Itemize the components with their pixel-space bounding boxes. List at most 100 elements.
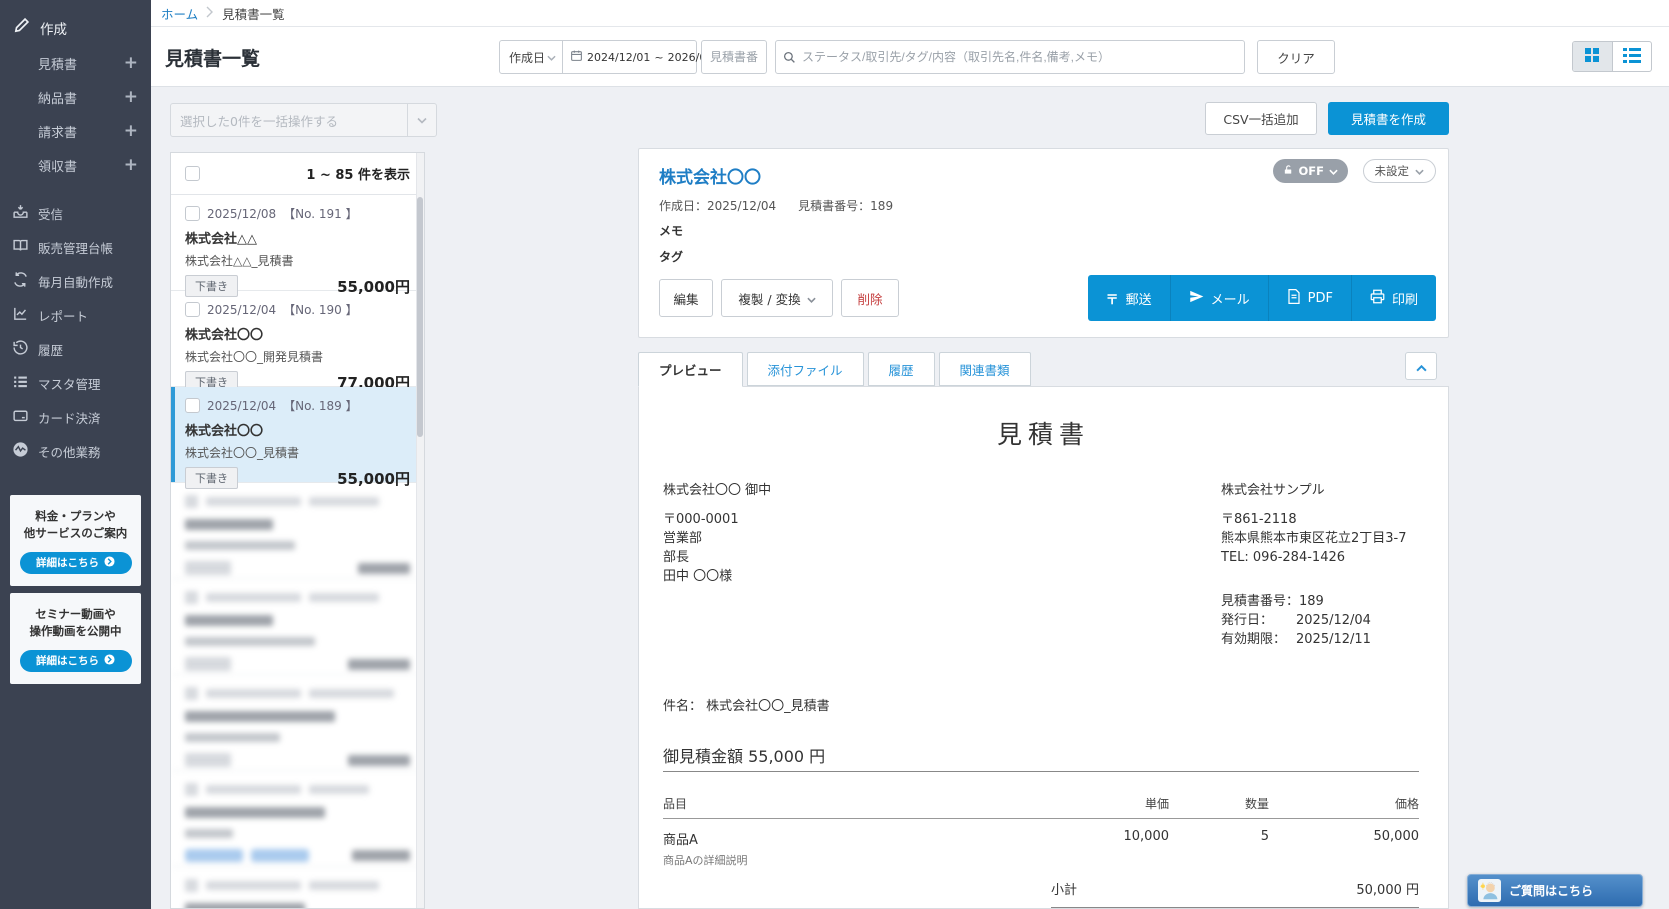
- sidebar-item-delivery[interactable]: 納品書 +: [0, 80, 151, 114]
- email-button[interactable]: メール: [1170, 275, 1268, 321]
- inbox-icon: [12, 203, 29, 223]
- date-type-value: 作成日: [509, 49, 545, 66]
- sidebar-item-monthly-auto[interactable]: 毎月自動作成: [0, 264, 151, 298]
- tab-related-docs[interactable]: 関連書類: [939, 352, 1031, 386]
- edit-button[interactable]: 編集: [659, 279, 713, 317]
- issue-date-value: 2025/12/04: [1296, 611, 1371, 630]
- sidebar-item-card-payment[interactable]: カード決済: [0, 400, 151, 434]
- pencil-icon: [13, 17, 30, 38]
- preview-tabs: プレビュー 添付ファイル 履歴 関連書類: [638, 352, 1031, 387]
- credit-card-icon: [12, 407, 29, 427]
- quote-number-input[interactable]: [701, 40, 767, 74]
- grid-view-icon: [1584, 47, 1600, 67]
- list-header: 1 ~ 85 件を表示: [171, 153, 424, 195]
- help-chat-button[interactable]: ご質問はこちら: [1467, 874, 1643, 907]
- sidebar-item-inbox[interactable]: 受信: [0, 196, 151, 230]
- sidebar-other-label: その他業務: [38, 442, 101, 461]
- col-header-unit-price: 単価: [1059, 795, 1169, 812]
- date-type-select[interactable]: 作成日: [499, 40, 563, 74]
- collapse-preview-button[interactable]: [1405, 352, 1437, 380]
- row-checkbox[interactable]: [185, 206, 200, 221]
- sidebar-item-invoice[interactable]: 請求書 +: [0, 114, 151, 148]
- bulk-action-select[interactable]: 選択した0件を一括操作する: [170, 103, 437, 137]
- sidebar-monthly-auto-label: 毎月自動作成: [38, 272, 113, 291]
- plus-icon[interactable]: +: [124, 121, 138, 141]
- promo-plans-line1: 料金・プランや: [16, 508, 135, 525]
- printer-icon: [1370, 289, 1385, 308]
- amount-underline: [663, 771, 1419, 772]
- sidebar-create-label: 作成: [40, 18, 67, 38]
- select-all-checkbox[interactable]: [185, 166, 200, 181]
- row-checkbox[interactable]: [185, 302, 200, 317]
- breadcrumb-home-link[interactable]: ホーム: [161, 4, 198, 23]
- delete-button[interactable]: 削除: [841, 279, 899, 317]
- detail-company-link[interactable]: 株式会社〇〇: [659, 163, 761, 188]
- list-item-selected[interactable]: 2025/12/04 【No. 189 】 株式会社〇〇 株式会社〇〇_見積書 …: [171, 387, 424, 483]
- unlock-icon: [1283, 164, 1294, 179]
- sidebar-item-history[interactable]: 履歴: [0, 332, 151, 366]
- list-item-blurred[interactable]: [171, 579, 424, 675]
- lock-toggle[interactable]: OFF: [1273, 159, 1349, 183]
- tab-preview[interactable]: プレビュー: [638, 352, 743, 387]
- recipient-title: 部長: [663, 548, 771, 567]
- date-range-picker[interactable]: 2024/12/01 ~ 2026/01/31: [563, 40, 697, 74]
- print-button[interactable]: 印刷: [1351, 275, 1436, 321]
- list-item[interactable]: 2025/12/08 【No. 191 】 株式会社△△ 株式会社△△_見積書 …: [171, 195, 424, 291]
- subtotal-value: 50,000 円: [1356, 879, 1419, 898]
- grid-view-button[interactable]: [1573, 42, 1612, 71]
- duplicate-convert-button[interactable]: 複製 / 変換: [721, 279, 833, 317]
- detail-quote-number: 見積書番号：189: [798, 197, 893, 214]
- breadcrumb: ホーム 見積書一覧: [151, 0, 1669, 27]
- sidebar-item-receipt[interactable]: 領収書 +: [0, 148, 151, 182]
- search-input[interactable]: [775, 40, 1245, 74]
- col-header-price: 価格: [1269, 795, 1419, 812]
- sidebar-item-create[interactable]: 作成: [0, 0, 151, 38]
- list-scrollbar[interactable]: [416, 153, 424, 908]
- csv-bulk-add-button[interactable]: CSV一括追加: [1205, 102, 1317, 135]
- plus-icon[interactable]: +: [124, 87, 138, 107]
- list-item-blurred[interactable]: [171, 867, 424, 909]
- row-checkbox[interactable]: [185, 398, 200, 413]
- plus-icon[interactable]: +: [124, 53, 138, 73]
- chevron-down-icon: [1329, 164, 1338, 178]
- tab-history[interactable]: 履歴: [868, 352, 935, 386]
- arrow-circle-icon: [104, 654, 115, 668]
- line-item-quantity: 5: [1169, 829, 1269, 868]
- status-select[interactable]: 未設定: [1363, 159, 1437, 183]
- item-date: 2025/12/04: [207, 303, 276, 317]
- item-subject: 株式会社〇〇_見積書: [185, 444, 410, 461]
- pdf-button[interactable]: PDF: [1268, 275, 1351, 321]
- list-item-blurred[interactable]: [171, 675, 424, 771]
- sidebar-item-quote[interactable]: 見積書 +: [0, 46, 151, 80]
- list-item-blurred[interactable]: [171, 483, 424, 579]
- date-range-separator: ~: [654, 51, 663, 64]
- list-item[interactable]: 2025/12/04 【No. 190 】 株式会社〇〇 株式会社〇〇_開発見積…: [171, 291, 424, 387]
- list-item-blurred[interactable]: [171, 771, 424, 867]
- sidebar-quote-label: 見積書: [38, 54, 77, 73]
- sidebar-master-label: マスタ管理: [38, 374, 101, 393]
- issuer-address: 熊本県熊本市東区花立2丁目3-7: [1221, 529, 1407, 548]
- item-number: 【No. 189 】: [283, 397, 357, 414]
- sidebar: 作成 見積書 + 納品書 + 請求書 + 領収書 + 受信: [0, 0, 151, 909]
- sidebar-item-sales-ledger[interactable]: 販売管理台帳: [0, 230, 151, 264]
- sidebar-item-master[interactable]: マスタ管理: [0, 366, 151, 400]
- item-number: 【No. 191 】: [283, 205, 357, 222]
- promo-seminar-detail-button[interactable]: 詳細はこちら: [20, 650, 132, 672]
- sidebar-item-other[interactable]: その他業務: [0, 434, 151, 468]
- sidebar-item-report[interactable]: レポート: [0, 298, 151, 332]
- assistant-avatar: [1478, 879, 1501, 902]
- promo-plans-detail-button[interactable]: 詳細はこちら: [20, 552, 132, 574]
- document-number-line: 見積書番号：189: [1221, 592, 1407, 611]
- subtotal-row: 小計 50,000 円: [1051, 879, 1419, 908]
- plus-icon[interactable]: +: [124, 155, 138, 175]
- tab-attachments[interactable]: 添付ファイル: [747, 352, 864, 386]
- sidebar-delivery-label: 納品書: [38, 88, 77, 107]
- postal-mail-button[interactable]: 〒 郵送: [1088, 275, 1170, 321]
- create-quote-button[interactable]: 見積書を作成: [1328, 102, 1449, 135]
- scrollbar-thumb[interactable]: [417, 197, 423, 437]
- sidebar-ledger-label: 販売管理台帳: [38, 238, 113, 257]
- list-view-button[interactable]: [1612, 42, 1652, 71]
- subtotal-label: 小計: [1051, 879, 1077, 898]
- recipient-name: 株式会社〇〇 御中: [663, 481, 771, 500]
- clear-filters-button[interactable]: クリア: [1257, 40, 1335, 74]
